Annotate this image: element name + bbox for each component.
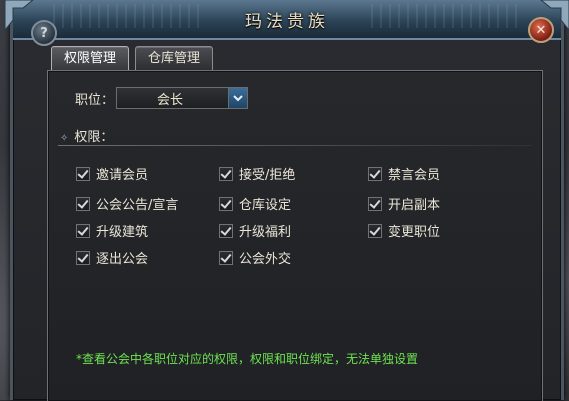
title-bar[interactable]: 玛法贵族 [13,0,561,40]
perm-label: 公会公告/宣言 [96,198,179,213]
permission-note: *查看公会中各职位对应的权限，权限和职位绑定，无法单独设置 [76,352,419,366]
perm-open-dungeon[interactable]: 开启副本 [368,194,440,213]
checkbox[interactable] [368,196,382,211]
checkbox[interactable] [219,223,233,238]
checkbox[interactable] [219,250,233,265]
help-button[interactable]: ? [31,20,57,46]
position-dropdown[interactable]: 会长 [116,87,248,109]
perm-label: 开启副本 [388,198,441,213]
perm-mute-member[interactable]: 禁言会员 [368,164,440,183]
checkbox[interactable] [76,166,90,181]
perm-guild-diplomacy[interactable]: 公会外交 [219,248,291,267]
checkbox[interactable] [219,196,233,211]
window-title: 玛法贵族 [245,12,329,32]
tab-permission-management[interactable]: 权限管理 [51,46,130,72]
guild-window: 玛法贵族 ? ✕ 权限管理 仓库管理 职位： 会长 ✧ 权限： 邀请会员 接受/… [4,0,569,401]
checkbox[interactable] [76,250,90,265]
permission-panel: 职位： 会长 ✧ 权限： 邀请会员 接受/拒绝 禁言会员 公会公告/宣言 仓库设… [47,70,543,401]
perm-warehouse-settings[interactable]: 仓库设定 [219,194,291,213]
perm-upgrade-welfare[interactable]: 升级福利 [219,221,291,240]
perm-label: 禁言会员 [388,168,441,183]
perm-label: 升级福利 [239,225,292,240]
perm-label: 升级建筑 [96,225,149,240]
perm-label: 邀请会员 [96,168,149,183]
checkbox[interactable] [76,223,90,238]
tab-bar: 权限管理 仓库管理 [51,46,214,72]
checkbox[interactable] [219,166,233,181]
perm-change-position[interactable]: 变更职位 [368,221,440,240]
perm-label: 变更职位 [388,225,441,240]
permissions-header-label: 权限： [74,130,114,145]
perm-invite-member[interactable]: 邀请会员 [76,164,148,183]
perm-label: 逐出公会 [96,252,149,267]
diamond-bullet-icon: ✧ [60,133,69,144]
perm-label: 接受/拒绝 [239,168,296,183]
position-label: 职位： [75,93,115,108]
tab-warehouse-management[interactable]: 仓库管理 [135,46,214,72]
checkbox[interactable] [76,196,90,211]
chevron-down-icon[interactable] [228,88,247,108]
perm-expel-member[interactable]: 逐出公会 [76,248,148,267]
checkbox[interactable] [368,166,382,181]
perm-upgrade-building[interactable]: 升级建筑 [76,221,148,240]
perm-label: 公会外交 [239,252,292,267]
perm-guild-notice[interactable]: 公会公告/宣言 [76,194,178,213]
checkbox[interactable] [368,223,382,238]
position-selected-value: 会长 [156,93,183,108]
perm-accept-reject[interactable]: 接受/拒绝 [219,164,295,183]
perm-label: 仓库设定 [239,198,292,213]
divider [58,145,532,146]
permissions-header: ✧ 权限： [60,126,113,145]
close-button[interactable]: ✕ [528,17,554,43]
